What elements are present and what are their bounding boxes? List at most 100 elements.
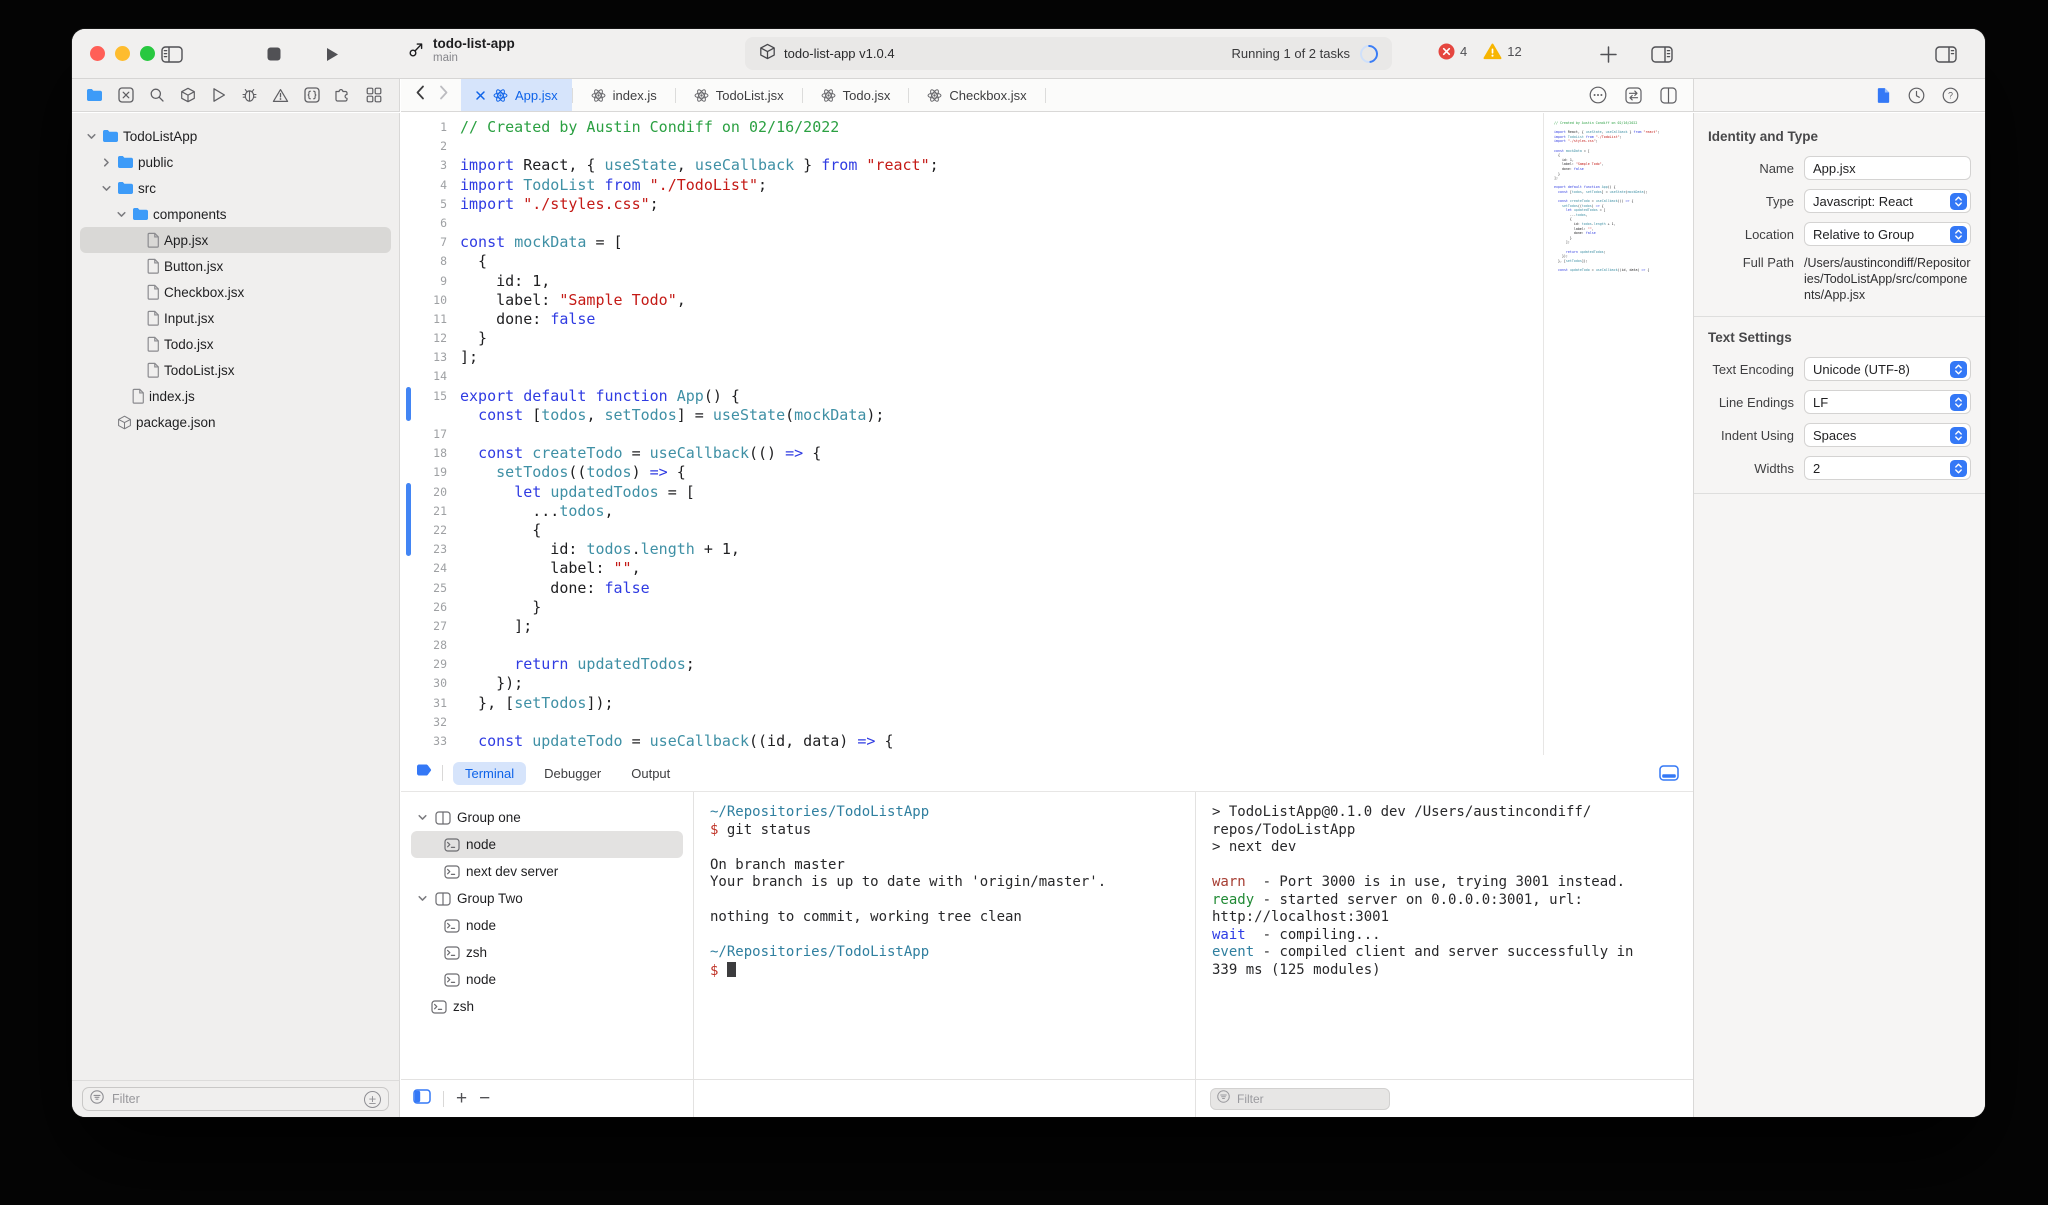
tree-item[interactable]: TodoList.jsx (80, 357, 391, 383)
panel-tab-output[interactable]: Output (619, 762, 682, 785)
navigator-tab-puzzle-icon[interactable] (334, 87, 351, 103)
tree-item[interactable]: Input.jsx (80, 305, 391, 331)
terminal-group-icon (435, 891, 451, 906)
terminal-filter-field[interactable] (1210, 1087, 1390, 1110)
inspector-tab-clock-icon[interactable] (1908, 87, 1925, 104)
line-number: 30 (433, 676, 447, 691)
navigator-filter-field[interactable]: ± (82, 1087, 389, 1111)
terminal-session-row[interactable]: zsh (411, 993, 683, 1020)
code-editor[interactable]: 1// Created by Austin Condiff on 02/16/2… (401, 113, 1543, 755)
tag-icon[interactable] (415, 763, 432, 783)
navigator-tab-search-icon[interactable] (148, 87, 165, 103)
editor-layout-icon[interactable] (1650, 43, 1674, 65)
editor-tab[interactable]: Todo.jsx (803, 79, 909, 111)
inspector-select[interactable]: Javascript: React (1804, 189, 1971, 213)
swap-icon[interactable] (1625, 86, 1642, 104)
inspector-select[interactable]: Spaces (1804, 423, 1971, 447)
inspector-name-field[interactable]: App.jsx (1804, 156, 1971, 180)
terminal-session-row[interactable]: node (411, 966, 683, 993)
select-stepper-icon[interactable] (1950, 192, 1967, 210)
panel-tab-terminal[interactable]: Terminal (453, 761, 527, 785)
tree-item[interactable]: package.json (80, 409, 391, 435)
tree-item[interactable]: Checkbox.jsx (80, 279, 391, 305)
inspector-select[interactable]: LF (1804, 390, 1971, 414)
run-button[interactable] (320, 43, 344, 65)
tree-item-label: Input.jsx (164, 310, 215, 326)
tree-item[interactable]: src (80, 175, 391, 201)
forward-icon[interactable] (439, 85, 449, 105)
tree-item[interactable]: public (80, 149, 391, 175)
editor-tab[interactable]: index.js (573, 79, 675, 111)
navigator-tab-x-square-icon[interactable] (117, 87, 134, 103)
ellipsis-icon[interactable] (1589, 86, 1607, 104)
terminal-icon (444, 972, 460, 987)
navigator-tab-play-icon[interactable] (210, 87, 227, 103)
split-icon[interactable] (1660, 86, 1677, 104)
minimize-window-button[interactable] (115, 46, 130, 61)
close-icon[interactable] (475, 90, 486, 101)
terminal-sidebar-toggle-icon[interactable] (413, 1088, 431, 1109)
code-line: 13]; (401, 348, 1543, 367)
inspector-row: Full Path/Users/austincondiff/Repositori… (1708, 255, 1971, 303)
tree-item[interactable]: index.js (80, 383, 391, 409)
warning-badge[interactable]: 12 (1483, 43, 1522, 60)
editor-tab[interactable]: Checkbox.jsx (909, 79, 1044, 111)
select-stepper-icon[interactable] (1950, 225, 1967, 243)
terminal-group-row[interactable]: Group one (411, 804, 683, 831)
add-tab-icon[interactable] (1596, 43, 1620, 65)
tree-item[interactable]: App.jsx (80, 227, 391, 253)
select-stepper-icon[interactable] (1950, 459, 1967, 477)
navigator-tab-bug-icon[interactable] (241, 87, 258, 103)
inspector-toggle-icon[interactable] (1934, 43, 1958, 65)
stop-button[interactable] (262, 43, 286, 65)
editor-tab[interactable]: TodoList.jsx (676, 79, 802, 111)
inspector-select[interactable]: Unicode (UTF-8) (1804, 357, 1971, 381)
tree-item[interactable]: TodoListApp (80, 123, 391, 149)
plus-minus-icon[interactable]: ± (364, 1090, 381, 1108)
back-icon[interactable] (415, 85, 425, 105)
editor-tab[interactable]: App.jsx (461, 79, 572, 111)
zoom-window-button[interactable] (140, 46, 155, 61)
minimap[interactable]: // Created by Austin Condiff on 02/16/20… (1543, 113, 1693, 755)
remove-terminal-icon[interactable]: − (479, 1089, 490, 1108)
add-terminal-icon[interactable]: + (456, 1089, 467, 1108)
scheme-pill[interactable]: todo-list-app v1.0.4 Running 1 of 2 task… (745, 37, 1392, 70)
select-stepper-icon[interactable] (1950, 393, 1967, 411)
tree-item[interactable]: Button.jsx (80, 253, 391, 279)
select-stepper-icon[interactable] (1950, 426, 1967, 444)
terminal-session-row[interactable]: node (411, 912, 683, 939)
sidebar-toggle-icon[interactable] (160, 43, 184, 65)
collapse-panel-icon[interactable] (1659, 765, 1679, 781)
error-badge[interactable]: 4 (1438, 43, 1467, 60)
navigator-filter-input[interactable] (110, 1091, 358, 1107)
terminal-session-row[interactable]: next dev server (411, 858, 683, 885)
code-line: 4 import TodoList from "./TodoList"; (401, 176, 1543, 195)
inspector-tab-help-icon[interactable]: ? (1942, 87, 1959, 104)
terminal-group-row[interactable]: Group Two (411, 885, 683, 912)
terminal-session-row[interactable]: zsh (411, 939, 683, 966)
line-number: 25 (433, 580, 447, 595)
inspector-tab-file-blue-icon[interactable] (1876, 87, 1891, 104)
line-number: 14 (433, 369, 447, 384)
panel-tab-debugger[interactable]: Debugger (532, 762, 613, 785)
select-value: Spaces (1813, 427, 1857, 443)
navigator-tab-package-icon[interactable] (179, 87, 196, 103)
navigator-tab-warning-icon[interactable] (272, 88, 289, 103)
terminal-output-left[interactable]: ~/Repositories/TodoListApp $ git status On… (694, 792, 1196, 1079)
doc-icon (147, 258, 160, 274)
terminal-session-row[interactable]: node (411, 831, 683, 858)
tree-item[interactable]: components (80, 201, 391, 227)
terminal-output-right[interactable]: > TodoListApp@0.1.0 dev /Users/austincon… (1196, 792, 1693, 1079)
navigator-tab-folder-icon[interactable] (86, 88, 103, 102)
inspector-row: Line Endings LF (1708, 390, 1971, 414)
inspector-select[interactable]: Relative to Group (1804, 222, 1971, 246)
select-stepper-icon[interactable] (1950, 360, 1967, 378)
close-window-button[interactable] (90, 46, 105, 61)
terminal-filter-input[interactable] (1235, 1090, 1383, 1107)
inspector-select[interactable]: 2 (1804, 456, 1971, 480)
folder-icon (132, 207, 149, 221)
tree-item[interactable]: Todo.jsx (80, 331, 391, 357)
navigator-tab-grid-icon[interactable] (365, 87, 382, 103)
project-switcher[interactable]: todo-list-app main (408, 36, 515, 65)
navigator-tab-braces-icon[interactable] (303, 87, 320, 103)
